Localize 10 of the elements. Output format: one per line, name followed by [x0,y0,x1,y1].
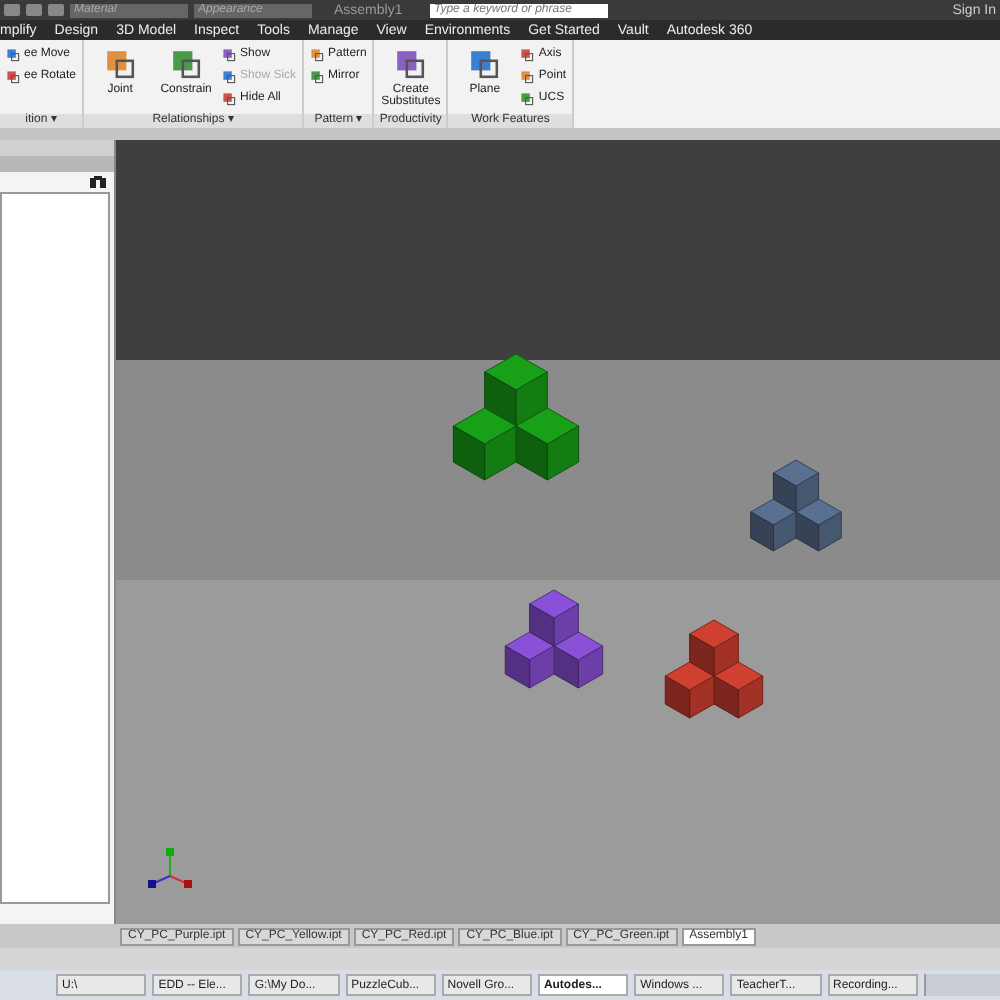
tool-icon [104,48,137,80]
panel-toolbar [0,156,114,172]
tool-icon [394,48,427,80]
tool-icon [170,48,203,80]
system-tray [923,974,1000,996]
binoculars-icon[interactable] [90,176,106,188]
toolbar-button[interactable] [48,4,64,16]
redo-button[interactable] [26,4,42,16]
tool-icon [468,48,501,80]
undo-button[interactable] [4,4,20,16]
